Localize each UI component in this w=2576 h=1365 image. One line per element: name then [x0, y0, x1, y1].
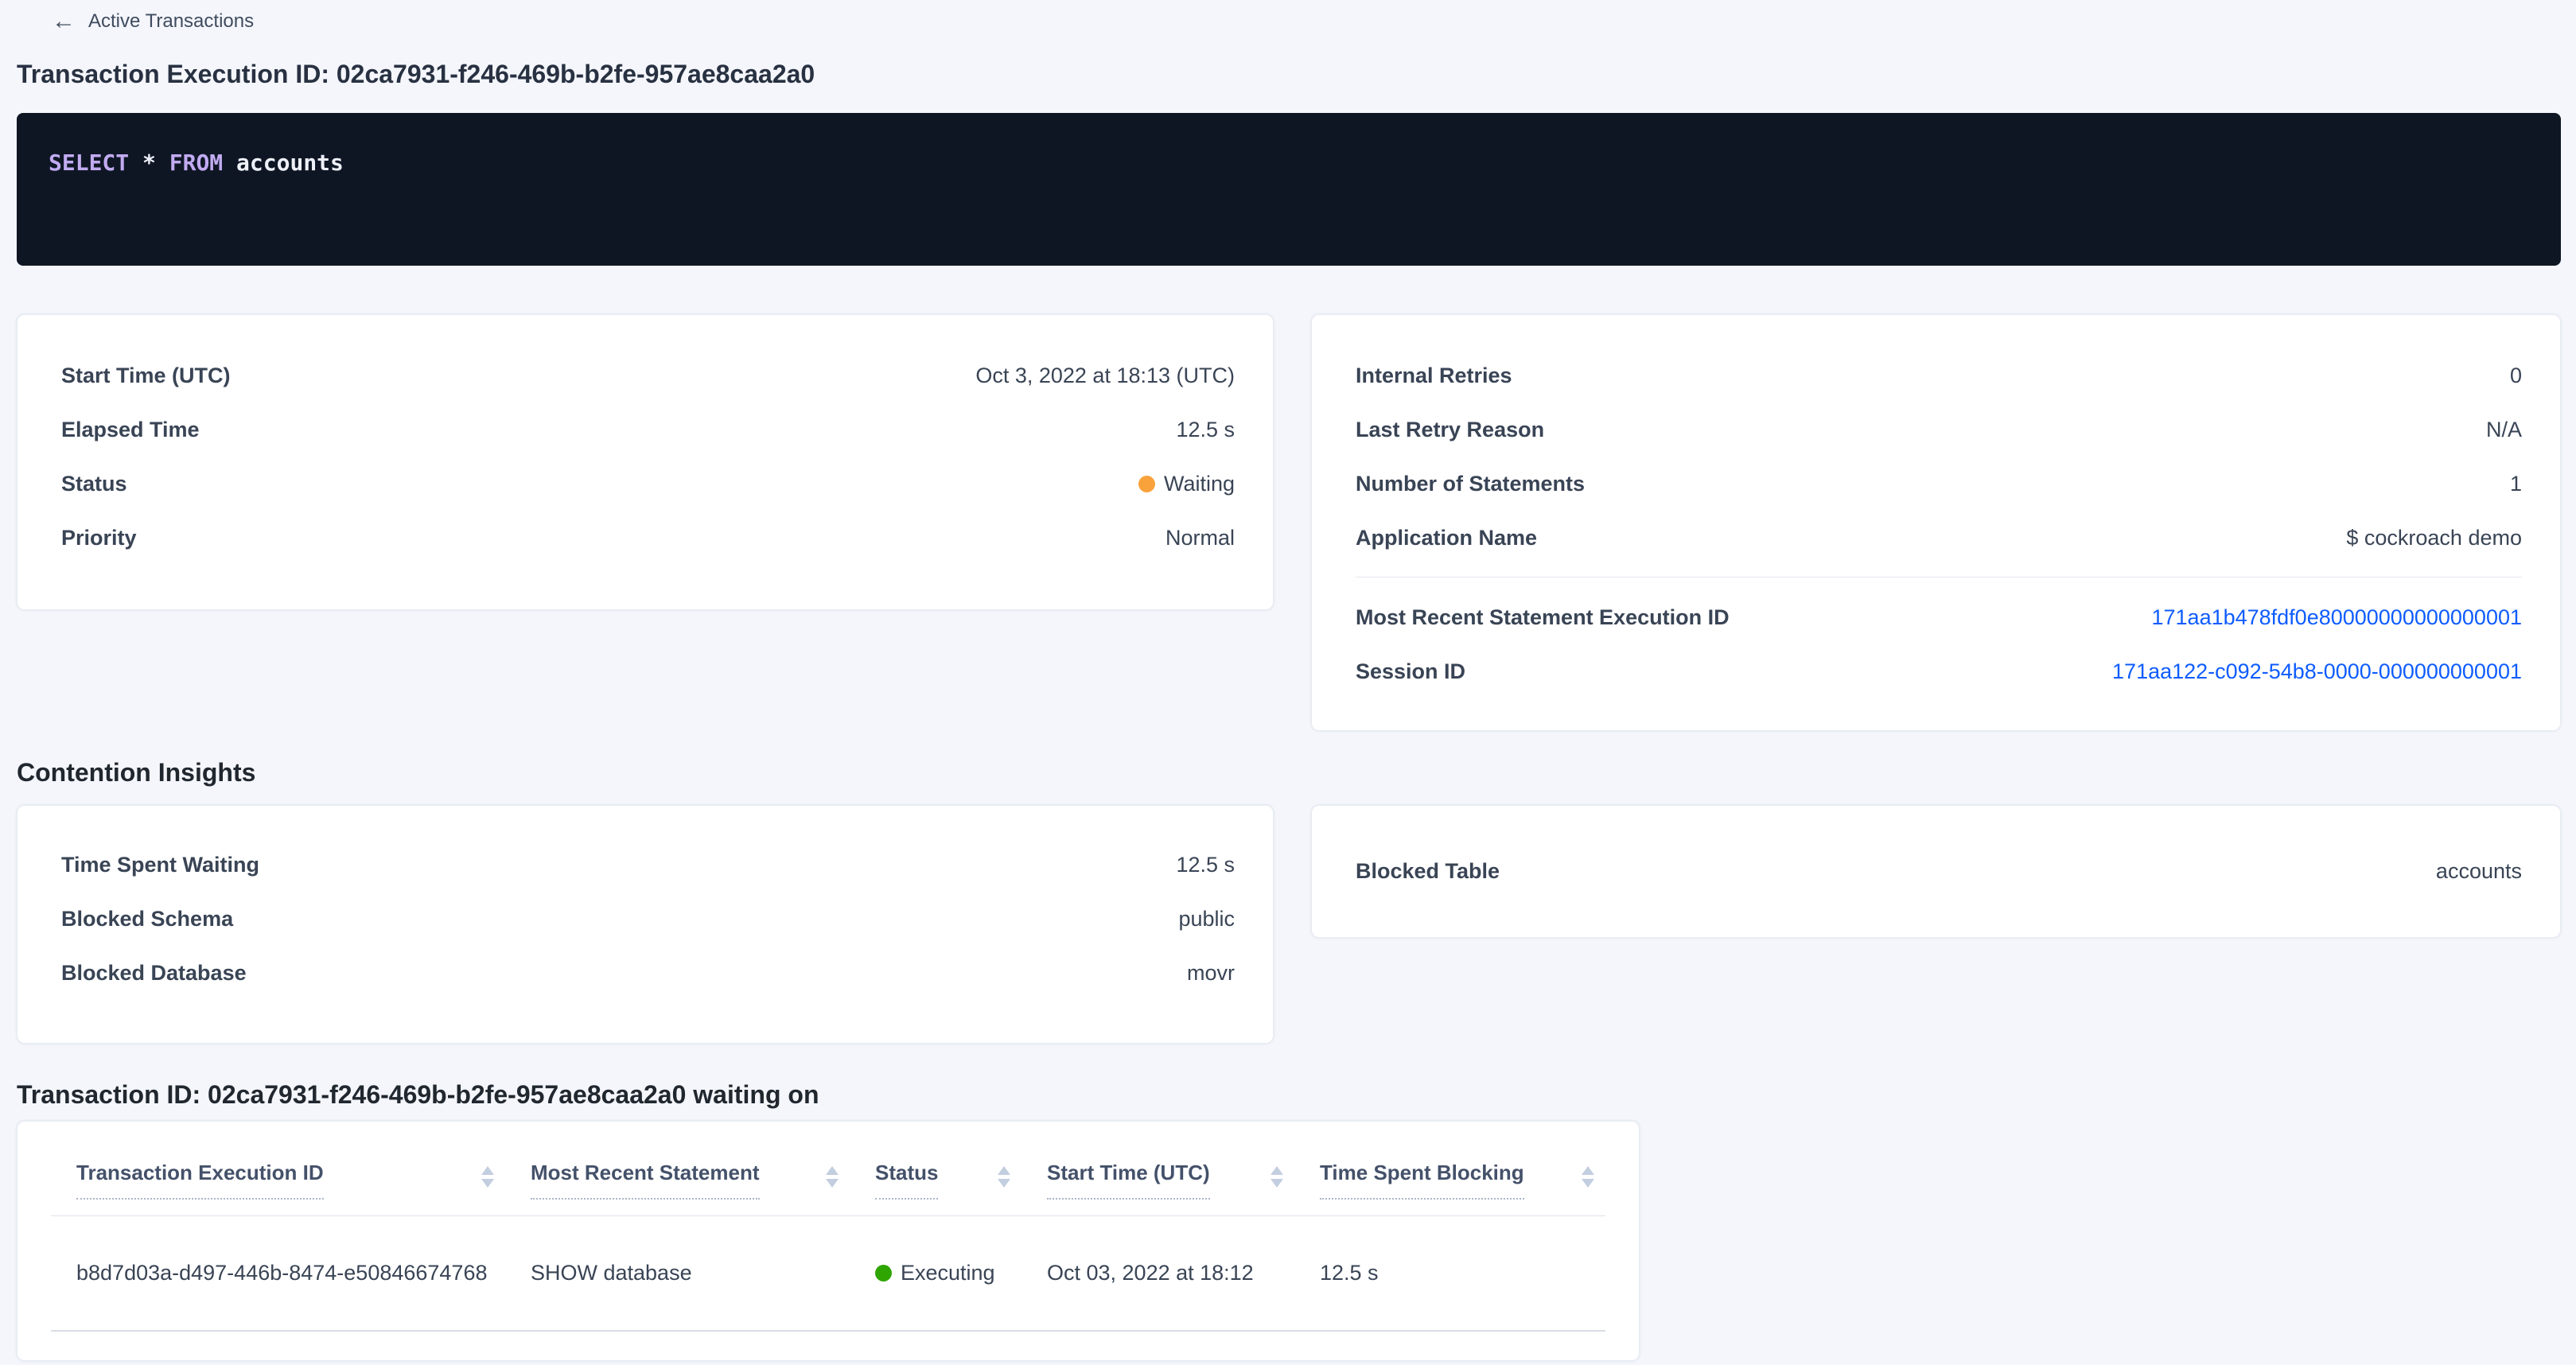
status-text: Executing	[901, 1261, 995, 1285]
kv-row-blocked-table: Blocked Table accounts	[1312, 844, 2560, 898]
contention-blocked-table-card: Blocked Table accounts	[1311, 805, 2561, 938]
kv-label: Priority	[61, 526, 137, 550]
kv-row-number-of-statements: Number of Statements 1	[1312, 457, 2560, 511]
contention-insights-heading: Contention Insights	[17, 757, 2561, 788]
kv-row-last-retry-reason: Last Retry Reason N/A	[1312, 402, 2560, 457]
session-id-link[interactable]: 171aa122-c092-54b8-0000-000000000001	[2112, 659, 2522, 684]
kv-value: 1	[2510, 472, 2522, 496]
statement-execution-id-link[interactable]: 171aa1b478fdf0e80000000000000001	[2152, 605, 2523, 630]
cell-status: Executing	[850, 1215, 1021, 1331]
kv-row-application-name: Application Name $ cockroach demo	[1312, 511, 2560, 565]
sql-statement-box: SELECT * FROM accounts	[17, 113, 2561, 266]
sort-icon	[1582, 1166, 1594, 1188]
sort-icon	[826, 1166, 839, 1188]
kv-row-time-spent-waiting: Time Spent Waiting 12.5 s	[18, 838, 1273, 892]
kv-label: Application Name	[1356, 526, 1537, 550]
column-header-label: Start Time (UTC)	[1047, 1160, 1210, 1200]
kv-label: Blocked Database	[61, 961, 247, 986]
kv-label: Session ID	[1356, 659, 1465, 684]
column-header-label: Time Spent Blocking	[1320, 1160, 1524, 1200]
kv-row-status: Status Waiting	[18, 457, 1273, 511]
cell-start-time: Oct 03, 2022 at 18:12	[1021, 1215, 1294, 1331]
sql-statement: SELECT * FROM accounts	[49, 150, 344, 176]
kv-row-statement-execution-id: Most Recent Statement Execution ID 171aa…	[1312, 590, 2560, 644]
sql-keyword: SELECT	[49, 150, 129, 176]
column-header-transaction-execution-id[interactable]: Transaction Execution ID	[51, 1122, 505, 1215]
column-header-label: Transaction Execution ID	[76, 1160, 324, 1200]
kv-value: 12.5 s	[1176, 418, 1235, 442]
kv-row-blocked-schema: Blocked Schema public	[18, 892, 1273, 946]
contention-waiting-card: Time Spent Waiting 12.5 s Blocked Schema…	[17, 805, 1274, 1044]
kv-row-priority: Priority Normal	[18, 511, 1273, 565]
kv-value: public	[1178, 907, 1235, 931]
transaction-meta-card: Internal Retries 0 Last Retry Reason N/A…	[1311, 314, 2561, 731]
kv-label: Last Retry Reason	[1356, 418, 1544, 442]
kv-label: Elapsed Time	[61, 418, 200, 442]
kv-label: Blocked Table	[1356, 859, 1500, 884]
kv-value: $ cockroach demo	[2346, 526, 2522, 550]
waiting-on-table: Transaction Execution ID Most Recent Sta…	[51, 1122, 1605, 1332]
cell-most-recent-statement: SHOW database	[505, 1215, 850, 1331]
page: ← Active Transactions Transaction Execut…	[0, 0, 2576, 1361]
summary-cards-row: Start Time (UTC) Oct 3, 2022 at 18:13 (U…	[17, 314, 2561, 731]
kv-row-elapsed-time: Elapsed Time 12.5 s	[18, 402, 1273, 457]
column-header-label: Most Recent Statement	[531, 1160, 760, 1200]
kv-value: Normal	[1165, 526, 1235, 550]
kv-label: Status	[61, 472, 127, 496]
kv-value: accounts	[2436, 859, 2522, 884]
status-value: Waiting	[1138, 472, 1235, 496]
kv-label: Number of Statements	[1356, 472, 1585, 496]
kv-value: 0	[2510, 364, 2522, 388]
column-header-time-spent-blocking[interactable]: Time Spent Blocking	[1294, 1122, 1605, 1215]
status-waiting-dot-icon	[1138, 476, 1155, 492]
kv-label: Blocked Schema	[61, 907, 233, 931]
kv-value: Oct 3, 2022 at 18:13 (UTC)	[975, 364, 1235, 388]
kv-label: Internal Retries	[1356, 364, 1512, 388]
sql-text: *	[129, 150, 169, 176]
back-arrow-icon: ←	[52, 10, 76, 33]
kv-row-internal-retries: Internal Retries 0	[1312, 348, 2560, 402]
sql-text: accounts	[223, 150, 344, 176]
cell-time-spent-blocking: 12.5 s	[1294, 1215, 1605, 1331]
column-header-most-recent-statement[interactable]: Most Recent Statement	[505, 1122, 850, 1215]
kv-value: 12.5 s	[1176, 853, 1235, 877]
sql-keyword: FROM	[169, 150, 223, 176]
column-header-start-time[interactable]: Start Time (UTC)	[1021, 1122, 1294, 1215]
kv-row-blocked-database: Blocked Database movr	[18, 946, 1273, 1000]
kv-row-start-time: Start Time (UTC) Oct 3, 2022 at 18:13 (U…	[18, 348, 1273, 402]
sort-icon	[998, 1166, 1010, 1188]
breadcrumb-back-link[interactable]: ← Active Transactions	[17, 0, 254, 33]
cell-transaction-execution-id: b8d7d03a-d497-446b-8474-e50846674768	[51, 1215, 505, 1331]
table-row: b8d7d03a-d497-446b-8474-e50846674768 SHO…	[51, 1215, 1605, 1331]
status-text: Waiting	[1164, 472, 1235, 496]
kv-row-session-id: Session ID 171aa122-c092-54b8-0000-00000…	[1312, 644, 2560, 698]
sort-icon	[481, 1166, 494, 1188]
card-divider	[1356, 577, 2522, 578]
kv-label: Time Spent Waiting	[61, 853, 259, 877]
contention-cards-row: Time Spent Waiting 12.5 s Blocked Schema…	[17, 805, 2561, 1044]
waiting-on-table-card: Transaction Execution ID Most Recent Sta…	[17, 1121, 1640, 1361]
sort-icon	[1270, 1166, 1283, 1188]
waiting-on-heading: Transaction ID: 02ca7931-f246-469b-b2fe-…	[17, 1079, 2561, 1110]
kv-label: Start Time (UTC)	[61, 364, 231, 388]
column-header-label: Status	[875, 1160, 938, 1200]
kv-value: movr	[1187, 961, 1235, 986]
kv-value: N/A	[2486, 418, 2522, 442]
breadcrumb-label: Active Transactions	[88, 10, 254, 33]
table-header-row: Transaction Execution ID Most Recent Sta…	[51, 1122, 1605, 1215]
column-header-status[interactable]: Status	[850, 1122, 1021, 1215]
status-executing-dot-icon	[875, 1265, 892, 1281]
transaction-details-card: Start Time (UTC) Oct 3, 2022 at 18:13 (U…	[17, 314, 1274, 610]
page-title: Transaction Execution ID: 02ca7931-f246-…	[17, 59, 2561, 89]
kv-label: Most Recent Statement Execution ID	[1356, 605, 1730, 630]
